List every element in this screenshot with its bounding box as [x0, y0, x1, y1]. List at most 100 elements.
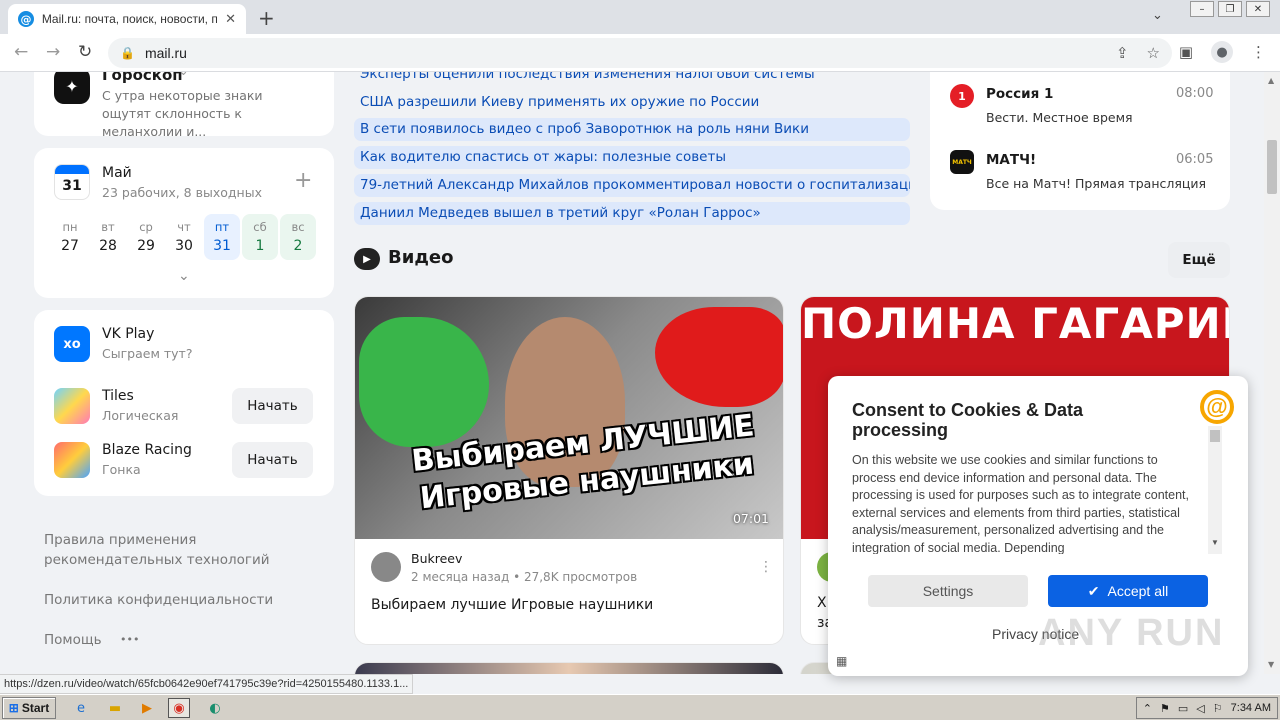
explorer-folder-icon[interactable]: ▬	[104, 698, 126, 718]
match-logo-icon: МАТЧ	[950, 150, 974, 174]
share-icon[interactable]: ⇪	[1116, 44, 1129, 62]
consent-settings-button[interactable]: Settings	[868, 575, 1028, 607]
profile-avatar-icon[interactable]: ●	[1211, 41, 1233, 63]
media-player-icon[interactable]: ▶	[136, 698, 158, 718]
video-author[interactable]: Bukreev	[411, 551, 462, 566]
clock-time[interactable]: 7:34 AM	[1231, 702, 1271, 714]
consent-scroll-down-icon[interactable]: ▼	[1211, 538, 1219, 547]
restore-button[interactable]: ❐	[1218, 1, 1242, 17]
games-card: xo VK Play Сыграем тут? Tiles Логическая…	[34, 310, 334, 496]
menu-kebab-icon[interactable]: ⋮	[1251, 43, 1266, 61]
reload-icon[interactable]: ↻	[78, 42, 92, 62]
scroll-down-arrow-icon[interactable]: ▼	[1268, 660, 1274, 669]
address-bar[interactable]: 🔒 mail.ru ⇪ ☆	[108, 38, 1172, 68]
close-window-button[interactable]: ✕	[1246, 1, 1270, 17]
lock-icon[interactable]: 🔒	[120, 46, 135, 60]
news-item[interactable]: 79-летний Александр Михайлов прокомменти…	[354, 174, 910, 197]
vk-play-subtitle: Сыграем тут?	[102, 346, 193, 361]
video-title[interactable]: Выбираем лучшие Игровые наушники	[371, 597, 653, 613]
start-game-button[interactable]: Начать	[232, 388, 313, 424]
tv-channel[interactable]: Россия 1	[986, 86, 1053, 102]
video-card[interactable]: Выбираем ЛУЧШИЕ Игровые наушники 07:01 B…	[354, 296, 784, 645]
video-options-kebab-icon[interactable]: ⋮	[759, 559, 773, 575]
chrome-icon[interactable]: ◉	[168, 698, 190, 718]
tv-program-card: 1 Россия 1 08:00 Вести. Местное время МА…	[930, 72, 1230, 210]
calendar-day-today[interactable]: пт 31	[204, 214, 240, 260]
news-item[interactable]: США разрешили Киеву применять их оружие …	[360, 94, 908, 110]
footer-link-privacy[interactable]: Политика конфиденциальности	[44, 590, 273, 610]
scrollbar-thumb[interactable]	[1267, 140, 1277, 194]
side-panel-icon[interactable]: ▣	[1179, 43, 1193, 61]
windows-logo-icon: ⊞	[8, 701, 19, 715]
video-section-title[interactable]: Видео	[388, 247, 453, 268]
footer-link-help[interactable]: Помощь	[44, 630, 102, 650]
footer-link-recommendations[interactable]: Правила применения рекомендательных техн…	[44, 530, 334, 570]
game-title[interactable]: Tiles	[102, 388, 134, 404]
page-scrollbar[interactable]: ▲ ▼	[1264, 72, 1280, 674]
scroll-up-arrow-icon[interactable]: ▲	[1268, 76, 1274, 85]
game-title[interactable]: Blaze Racing	[102, 442, 192, 458]
volume-icon[interactable]: ◁	[1196, 702, 1204, 715]
tray-arrow-icon[interactable]: ⌃	[1143, 702, 1152, 715]
back-icon[interactable]: ←	[14, 42, 28, 62]
consent-scrollbar[interactable]: ▼	[1208, 426, 1222, 554]
russia1-logo-icon: 1	[950, 84, 974, 108]
browser-tab[interactable]: @ Mail.ru: почта, поиск, новости, пр ✕	[8, 4, 246, 34]
tv-time: 06:05	[1176, 152, 1214, 167]
consent-title: Consent to Cookies & Data processing	[852, 400, 1084, 440]
calendar-day-weekend[interactable]: вс 2	[280, 214, 316, 260]
video-thumbnail[interactable]: Выбираем ЛУЧШИЕ Игровые наушники 07:01	[355, 297, 783, 539]
tv-channel[interactable]: МАТЧ!	[986, 152, 1036, 168]
calendar-day[interactable]: чт 30	[166, 214, 202, 260]
start-button[interactable]: ⊞ Start	[2, 697, 56, 719]
consent-accept-all-button[interactable]: ✔ Accept all	[1048, 575, 1208, 607]
browser-tab-bar: @ Mail.ru: почта, поиск, новости, пр ✕ +…	[0, 0, 1280, 34]
author-avatar[interactable]	[371, 552, 401, 582]
news-item[interactable]: Эксперты оценили последствия изменения н…	[360, 72, 908, 82]
flag-icon[interactable]: ⚐	[1213, 702, 1223, 715]
url-text: mail.ru	[144, 45, 187, 61]
checkmark-icon: ✔	[1087, 582, 1100, 599]
calendar-icon: 31	[54, 164, 90, 200]
ie-icon[interactable]: e	[70, 698, 92, 718]
calendar-day[interactable]: пн 27	[52, 214, 88, 260]
minimize-button[interactable]: –	[1190, 1, 1214, 17]
add-event-plus-icon[interactable]: +	[294, 168, 312, 193]
bookmark-star-icon[interactable]: ☆	[1147, 44, 1160, 62]
video-card[interactable]	[354, 662, 784, 674]
video-duration: 07:01	[732, 511, 769, 526]
start-label: Start	[21, 701, 50, 715]
tray-security-icon[interactable]: ⚑	[1160, 702, 1170, 715]
chevron-down-icon[interactable]: ⌄	[178, 72, 189, 79]
news-item[interactable]: Даниил Медведев вышел в третий круг «Рол…	[354, 202, 910, 225]
horoscope-title[interactable]: Гороскоп	[102, 72, 183, 84]
video-title[interactable]: Х	[817, 595, 827, 611]
anyrun-watermark: ANY RUN	[1038, 612, 1225, 654]
consent-scrollbar-thumb[interactable]	[1210, 430, 1220, 442]
calendar-day[interactable]: ср 29	[128, 214, 164, 260]
network-icon[interactable]: ▭	[1178, 702, 1188, 715]
calendar-day-weekend[interactable]: сб 1	[242, 214, 278, 260]
horoscope-text: С утра некоторые знаки ощутят склонность…	[102, 88, 263, 139]
calendar-month: Май	[102, 165, 132, 181]
windows-taskbar: ⊞ Start e ▬ ▶ ◉ ◐ ⌃ ⚑ ▭ ◁ ⚐ 7:34 AM	[0, 694, 1280, 720]
footer-more-icon[interactable]: •••	[120, 630, 139, 650]
edge-icon[interactable]: ◐	[204, 698, 226, 718]
calendar-day[interactable]: вт 28	[90, 214, 126, 260]
news-item[interactable]: В сети появилось видео с проб Заворотнюк…	[354, 118, 910, 141]
news-item[interactable]: Как водителю спастись от жары: полезные …	[354, 146, 910, 169]
close-tab-icon[interactable]: ✕	[225, 12, 236, 27]
expand-chevron-icon[interactable]: ⌄	[178, 268, 190, 284]
tab-search-chevron-icon[interactable]: ⌄	[1152, 8, 1163, 23]
tv-show[interactable]: Вести. Местное время	[986, 110, 1133, 125]
forward-icon[interactable]: →	[46, 42, 60, 62]
vk-play-icon: xo	[54, 326, 90, 362]
consent-provider-badge-icon[interactable]: ▦	[836, 654, 847, 668]
horoscope-card[interactable]: ✦ Гороскоп ⌄ С утра некоторые знаки ощут…	[34, 72, 334, 139]
vk-play-title[interactable]: VK Play	[102, 326, 154, 342]
more-videos-button[interactable]: Ещё	[1168, 242, 1230, 278]
tv-show[interactable]: Все на Матч! Прямая трансляция	[986, 176, 1206, 191]
mailru-at-logo-icon: @	[1200, 390, 1234, 424]
start-game-button[interactable]: Начать	[232, 442, 313, 478]
new-tab-button[interactable]: +	[258, 6, 275, 30]
